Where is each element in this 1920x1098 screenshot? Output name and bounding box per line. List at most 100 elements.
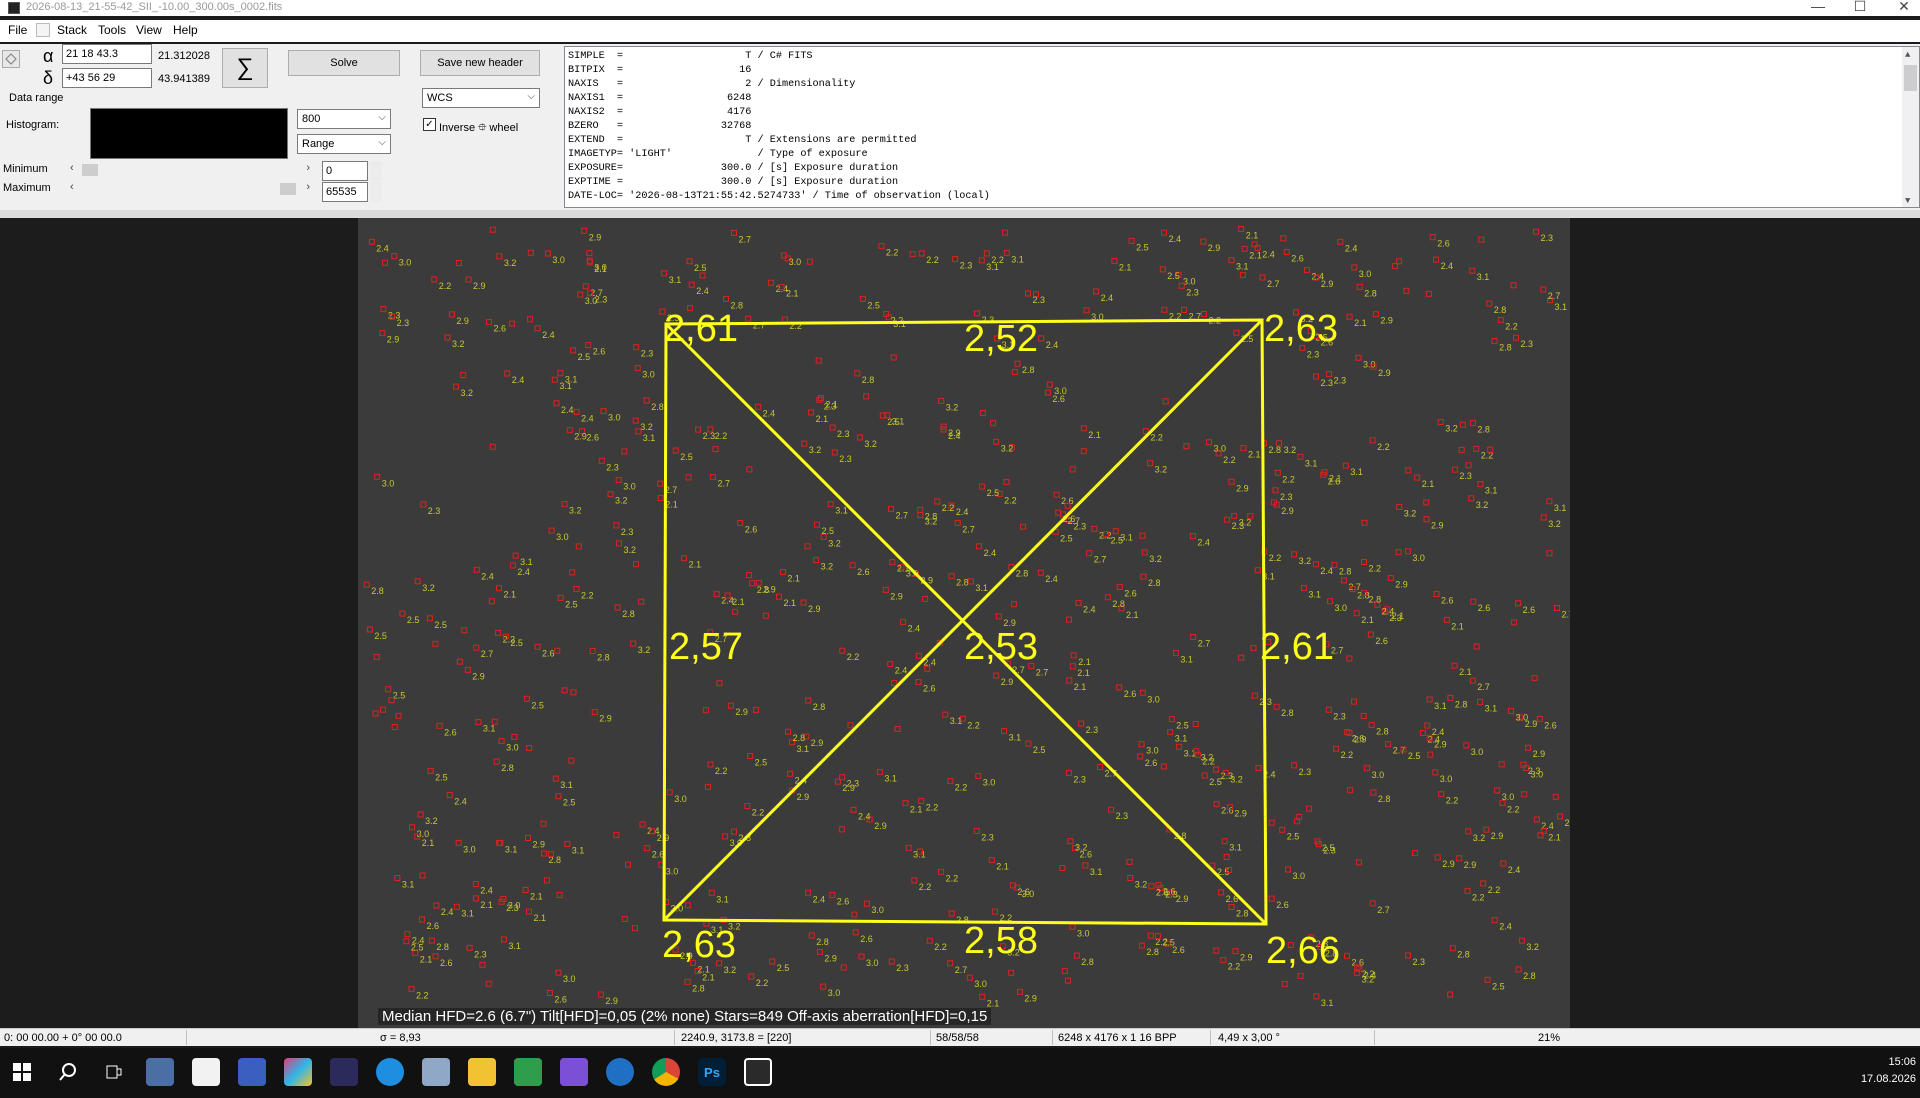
hfd-center: 2,53 (964, 626, 1038, 668)
chevron-down-icon: ⌵ (378, 112, 386, 123)
minimum-spinner[interactable] (370, 161, 382, 181)
hfd-top: 2,52 (964, 318, 1038, 360)
toolbar-panel: α δ 21.312028 43.941389 ∑ Solve Save new… (0, 44, 1920, 210)
menu-bar: File Stack Tools View Help (0, 20, 1920, 42)
astro-app-icon[interactable] (330, 1058, 358, 1086)
title-bar: 2026-08-13_21-55-42_SII_-10.00_300.00s_0… (0, 0, 1920, 16)
file-explorer-icon[interactable] (468, 1058, 496, 1086)
ra-decimal: 21.312028 (158, 50, 210, 62)
alpha-symbol: α (43, 46, 54, 66)
fits-header-line: EXPTIME = 300.0 / [s] Exposure duration (568, 177, 899, 188)
arrow-right-icon: › (306, 162, 310, 174)
fits-header-line: BITPIX = 16 (568, 65, 752, 76)
memo-scrollbar[interactable]: ▲ ▼ (1902, 47, 1919, 207)
menu-help[interactable]: Help (173, 23, 198, 37)
fits-header-memo[interactable]: SIMPLE = T / C# FITS BITPIX = 16 NAXIS = 2… (564, 46, 1920, 208)
photoshop-icon[interactable]: Ps (698, 1058, 726, 1086)
histogram-display[interactable] (90, 108, 288, 159)
hfd-summary: Median HFD=2.6 (6.7") Tilt[HFD]=0,05 (2%… (378, 1008, 992, 1025)
notepad-icon[interactable] (192, 1058, 220, 1086)
minimum-slider[interactable]: ‹ › (70, 162, 310, 176)
system-clock[interactable]: 15:06 17.08.2026 (1861, 1054, 1916, 1088)
maximum-slider-thumb[interactable] (280, 183, 296, 195)
ra-input[interactable] (62, 44, 152, 64)
close-button[interactable]: ✕ (1889, 0, 1919, 15)
status-position: 0: 00 00.00 + 0° 00 00.0 (4, 1032, 122, 1044)
astap-icon[interactable] (744, 1058, 772, 1086)
obsidian-icon[interactable] (560, 1058, 588, 1086)
thunderbird-icon[interactable] (606, 1058, 634, 1086)
status-bar: 0: 00 00.00 + 0° 00 00.0 σ = 8,93 2240.9… (0, 1028, 1920, 1046)
windows-start-icon[interactable] (8, 1058, 36, 1086)
panel-splitter[interactable] (0, 210, 1920, 218)
spreadsheet-icon[interactable] (514, 1058, 542, 1086)
fits-header-line: NAXIS = 2 / Dimensionality (568, 79, 856, 90)
arrow-left-icon: ‹ (70, 162, 74, 174)
inverse-wheel-label: Inverse ⯐ wheel (439, 122, 519, 134)
clock-time: 15:06 (1888, 1056, 1916, 1068)
fits-header-line: EXPOSURE= 300.0 / [s] Exposure duration (568, 163, 899, 174)
fits-header-line: DATE-LOC= '2026-08-13T21:55:42.5274733' … (568, 191, 990, 202)
scroll-up-icon: ▲ (1905, 50, 1911, 60)
fits-header-line: SIMPLE = T / C# FITS (568, 51, 813, 62)
maximum-slider[interactable]: ‹ › (70, 181, 310, 195)
save-disk-icon[interactable] (238, 1058, 266, 1086)
delta-symbol: δ (43, 68, 54, 88)
save-new-header-button[interactable]: Save new header (420, 50, 540, 76)
image-viewer[interactable]: 3.2 3.1 2.5 2.3 2.9 3.2 3.0 2.5 3.0 3.1 2.2 2.4 3.2 2… (0, 218, 1920, 1028)
range-select[interactable]: Range ⌵ (297, 134, 391, 154)
task-view-icon[interactable] (100, 1058, 128, 1086)
menu-tools[interactable]: Tools (98, 23, 126, 37)
calculator-icon[interactable] (146, 1058, 174, 1086)
hfd-right: 2,61 (1260, 626, 1334, 668)
wcs-select[interactable]: WCS ⌵ (422, 88, 540, 108)
dec-decimal: 43.941389 (158, 73, 210, 85)
histogram-label: Histogram: (6, 119, 60, 131)
minimum-input[interactable] (322, 161, 368, 181)
app-icon (8, 2, 20, 14)
menu-view[interactable]: View (136, 23, 162, 37)
scrollbar-thumb[interactable] (1904, 65, 1917, 91)
fits-header-line: NAXIS1 = 6248 (568, 93, 752, 104)
arrow-left-icon: ‹ (70, 181, 74, 193)
fits-header-line: IMAGETYP= 'LIGHT' / Type of exposure (568, 149, 868, 160)
sigma-button[interactable]: ∑ (222, 48, 268, 88)
arrow-right-icon: › (306, 181, 310, 193)
maximize-button[interactable]: ☐ (1845, 0, 1875, 15)
data-range-label: Data range (9, 92, 64, 104)
minimum-slider-thumb[interactable] (82, 164, 98, 176)
maximum-input[interactable] (322, 182, 368, 202)
tilt-diagonal-1 (664, 322, 1268, 926)
status-zoom: 21% (1538, 1032, 1561, 1044)
fits-header-line: NAXIS2 = 4176 (568, 107, 752, 118)
window-title: 2026-08-13_21-55-42_SII_-10.00_300.00s_0… (26, 1, 283, 13)
status-dimensions: 6248 x 4176 x 1 16 BPP (1058, 1032, 1177, 1044)
menu-stack[interactable]: Stack (57, 23, 87, 37)
inverse-checkbox[interactable]: ✓ (423, 118, 436, 131)
chevron-down-icon: ⌵ (378, 137, 386, 148)
minimize-button[interactable]: — (1803, 0, 1833, 14)
fits-image[interactable]: 3.2 3.1 2.5 2.3 2.9 3.2 3.0 2.5 3.0 3.1 2.2 2.4 3.2 2… (358, 218, 1570, 1028)
photos-icon[interactable] (284, 1058, 312, 1086)
chrome-icon[interactable] (652, 1058, 680, 1086)
solve-button[interactable]: Solve (288, 50, 400, 76)
minimum-label: Minimum (3, 163, 48, 175)
chevron-down-icon: ⌵ (527, 91, 535, 102)
status-pixel-value: 2240.9, 3173.8 = [220] (681, 1032, 792, 1044)
fits-header-line: BZERO = 32768 (568, 121, 752, 132)
stack-icon (36, 23, 50, 37)
search-icon[interactable] (54, 1058, 82, 1086)
menu-file[interactable]: File (8, 23, 27, 37)
scroll-down-icon: ▼ (1905, 196, 1911, 206)
notes-icon[interactable] (422, 1058, 450, 1086)
status-sigma: σ = 8,93 (380, 1032, 421, 1044)
status-fov: 4,49 x 3,00 ° (1218, 1032, 1280, 1044)
sync-icon[interactable] (2, 50, 20, 68)
mail-icon[interactable] (376, 1058, 404, 1086)
hfd-bottom-right: 2,66 (1266, 930, 1340, 972)
value-select[interactable]: 800 ⌵ (297, 109, 391, 129)
hfd-top-right: 2,63 (1264, 308, 1338, 350)
fits-header-line: EXTEND = T / Extensions are permitted (568, 135, 917, 146)
dec-input[interactable] (62, 68, 152, 88)
maximum-spinner[interactable] (370, 182, 382, 202)
